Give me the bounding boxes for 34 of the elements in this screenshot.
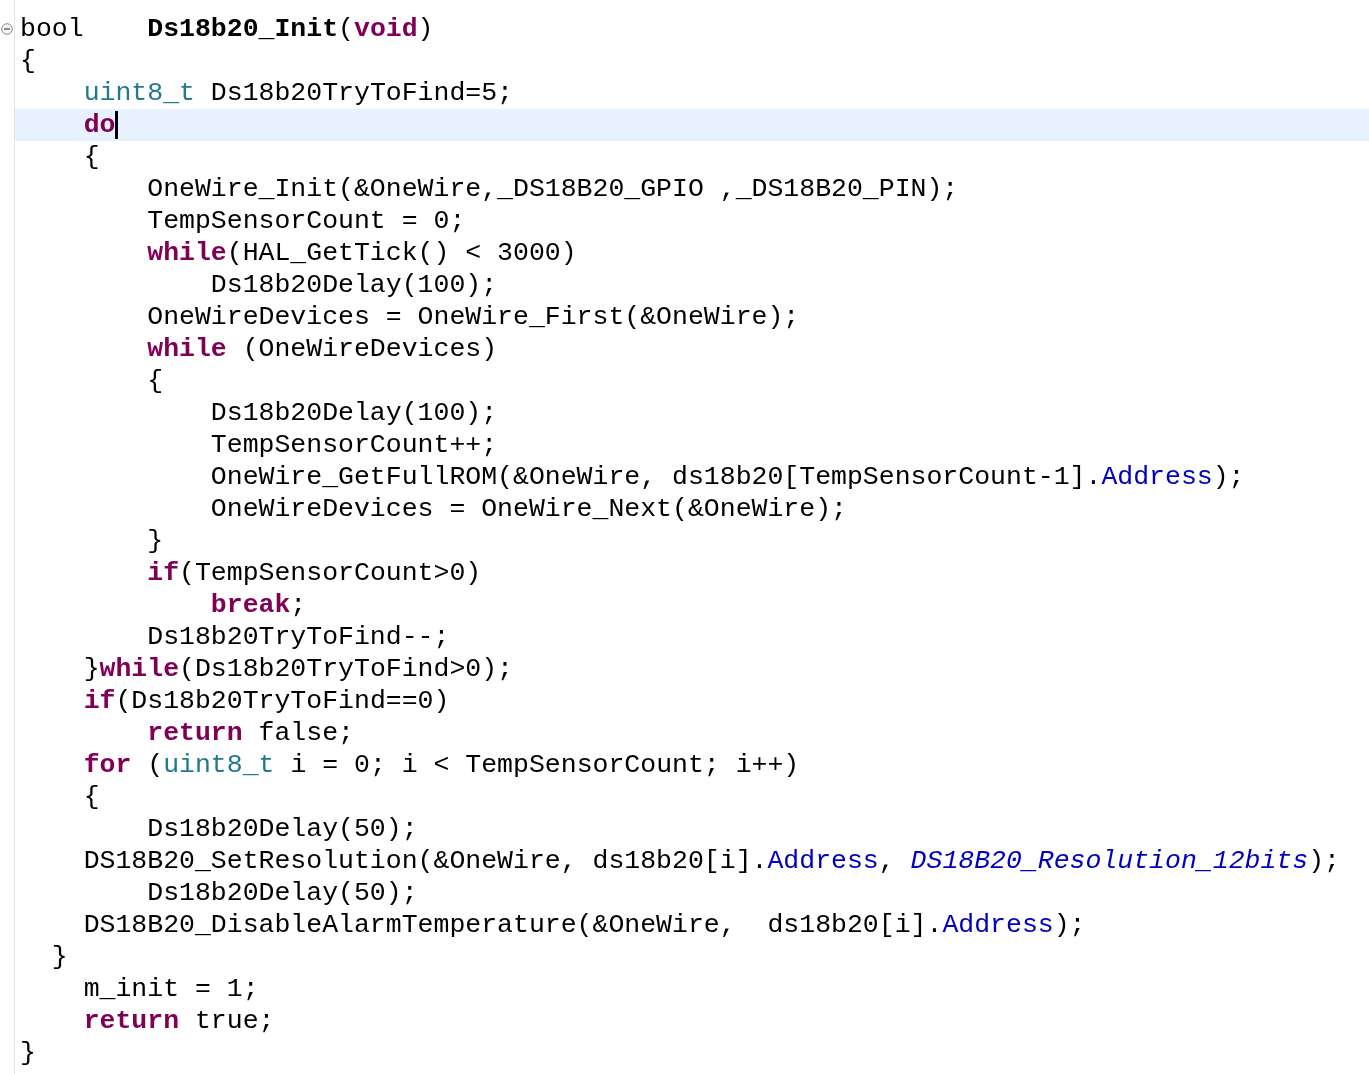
code-line: break; [209,589,308,621]
code-line: bool Ds18b20_Init(void) [19,13,435,45]
code-line: }while(Ds18b20TryToFind>0); [82,653,514,685]
code-line: DS18B20_SetResolution(&OneWire, ds18b20[i].Address, DS18B20_Resolution_12bits); [82,845,1341,877]
code-line: TempSensorCount = 0; [146,205,467,237]
code-line: DS18B20_DisableAlarmTemperature(&OneWire, ds18b20[i].Address); [82,909,1087,941]
code-line: } [50,941,69,973]
code-line: OneWire_Init(&OneWire,_DS18B20_GPIO ,_DS18B20_PIN); [146,173,960,205]
code-line: while (OneWireDevices) [146,333,499,365]
code-line: while(HAL_GetTick() < 3000) [146,237,578,269]
code-line: uint8_t Ds18b20TryToFind=5; [82,77,514,109]
code-line: { [82,781,101,813]
code-line: { [82,141,101,173]
code-line: m_init = 1; [82,973,260,1005]
code-line: Ds18b20Delay(100); [209,397,499,429]
code-line: Ds18b20Delay(50); [146,877,419,909]
code-line: Ds18b20TryToFind--; [146,621,451,653]
collapse-icon[interactable] [1,23,13,35]
code-line: OneWire_GetFullROM(&OneWire, ds18b20[TempSensorCount-1].Address); [209,461,1246,493]
code-line: } [146,525,165,557]
code-line: OneWireDevices = OneWire_Next(&OneWire); [209,493,848,525]
code-line: return false; [146,717,355,749]
text-cursor [115,111,119,139]
code-line: Ds18b20Delay(50); [146,813,419,845]
code-line: TempSensorCount++; [209,429,499,461]
code-line: for (uint8_t i = 0; i < TempSensorCount; i++) [82,749,801,781]
code-line: return true; [82,1005,276,1037]
code-line: { [146,365,165,397]
code-line: if(TempSensorCount>0) [146,557,483,589]
code-line: { [19,45,37,77]
code-line: OneWireDevices = OneWire_First(&OneWire); [146,301,801,333]
code-line: if(Ds18b20TryToFind==0) [82,685,451,717]
code-line: } [19,1037,37,1069]
code-line: Ds18b20Delay(100); [209,269,499,301]
